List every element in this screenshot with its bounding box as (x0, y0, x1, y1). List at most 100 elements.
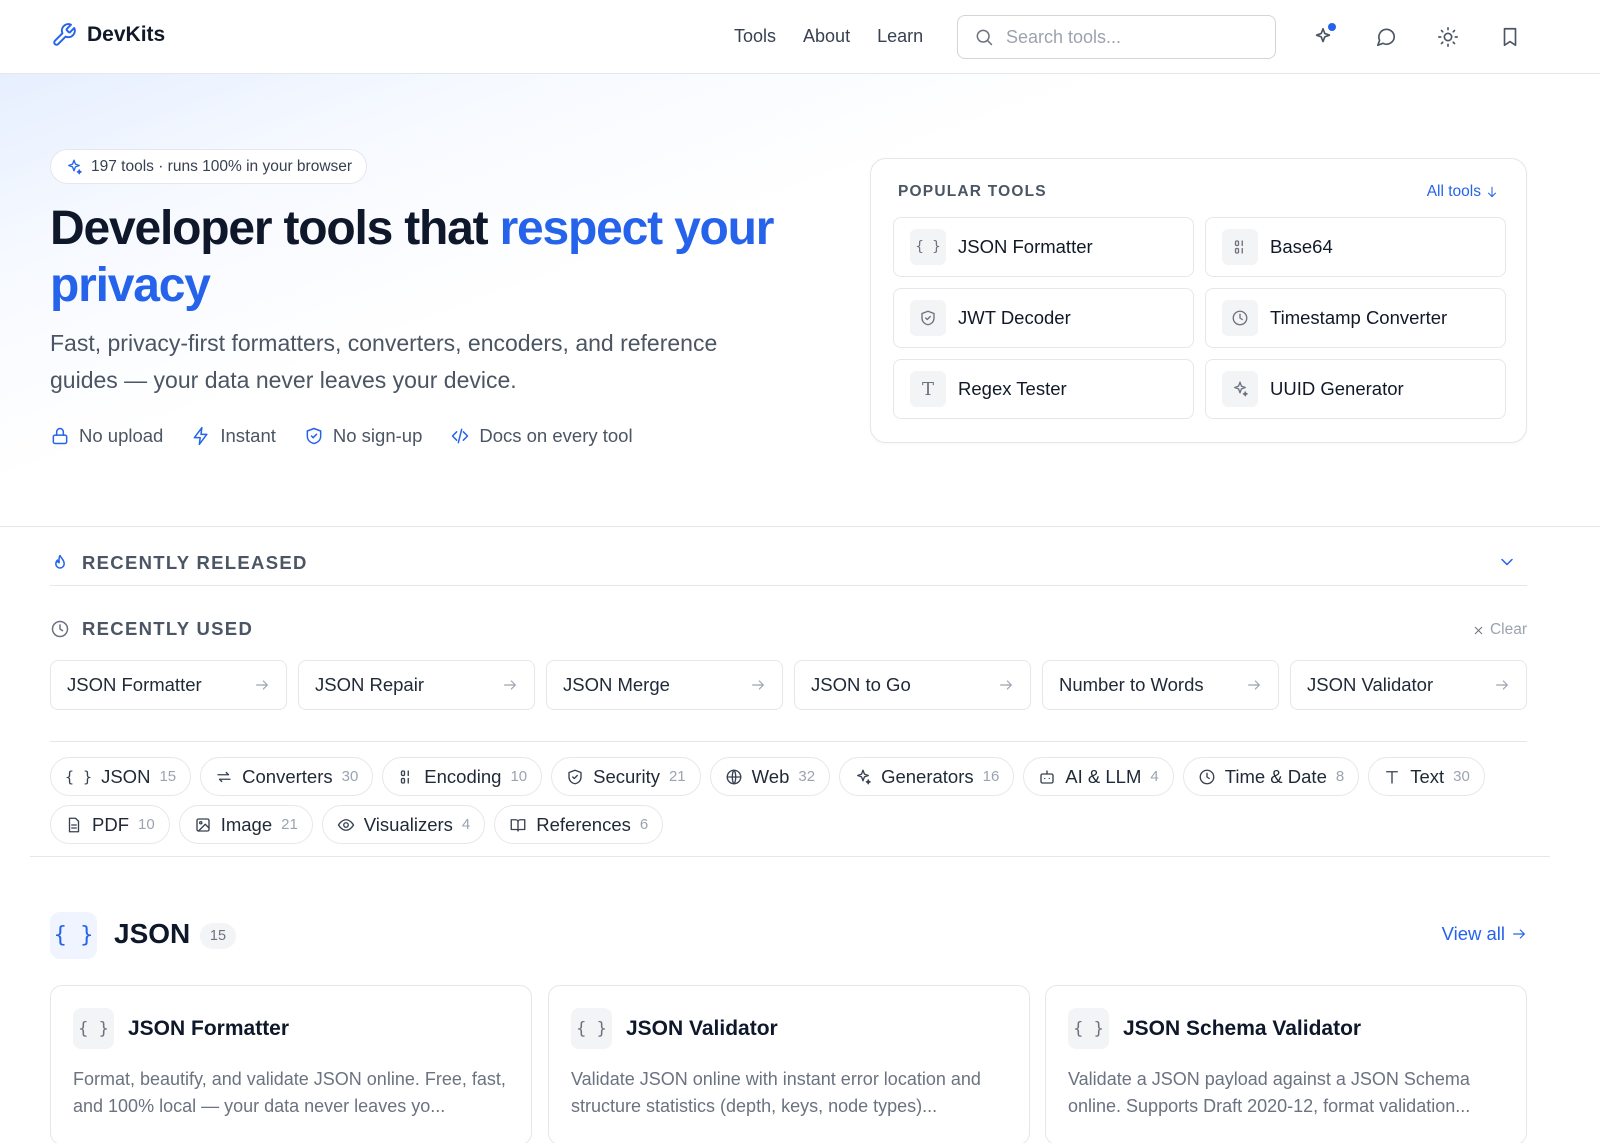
popular-tool-uuid-generator[interactable]: UUID Generator (1205, 359, 1506, 419)
recent-tool-label: JSON Formatter (67, 674, 202, 695)
category-chip-image[interactable]: Image 21 (178, 805, 313, 844)
chip-count: 10 (138, 816, 155, 833)
category-chip-json[interactable]: { } JSON 15 (50, 757, 192, 796)
category-chip-time-date[interactable]: Time & Date 8 (1182, 757, 1360, 796)
nav-about-link[interactable]: About (803, 26, 850, 47)
recent-tool-item[interactable]: JSON Repair (298, 660, 535, 710)
category-chip-text[interactable]: Text 30 (1368, 757, 1485, 796)
recent-tool-item[interactable]: Number to Words (1042, 660, 1279, 710)
arrow-right-icon (504, 680, 516, 690)
binary-icon (1222, 229, 1258, 265)
all-tools-link[interactable]: All tools (1427, 183, 1499, 201)
notification-dot (1328, 23, 1336, 31)
tool-card-json-validator[interactable]: { } JSON Validator Validate JSON online … (548, 985, 1030, 1143)
popular-tool-base64[interactable]: Base64 (1205, 217, 1506, 277)
brand-name: DevKits (87, 23, 166, 46)
hero-title-plain: Developer tools that (50, 202, 500, 255)
image-icon (196, 817, 210, 832)
category-chip-pdf[interactable]: PDF 10 (50, 805, 170, 844)
chip-count: 15 (159, 768, 177, 785)
brand-logo[interactable]: DevKits (51, 22, 165, 48)
recent-tool-label: JSON to Go (811, 674, 911, 695)
feature-label: No sign-up (332, 425, 423, 446)
braces-icon: { } (910, 229, 946, 265)
code-icon (452, 428, 469, 444)
popular-tool-label: JSON Formatter (958, 236, 1093, 257)
file-icon (68, 817, 80, 832)
chip-count: 8 (1335, 768, 1345, 785)
arrow-down-icon (1487, 186, 1497, 198)
popular-tool-jwt-decoder[interactable]: JWT Decoder (893, 288, 1194, 348)
recently-released-title: RECENTLY RELEASED (82, 551, 308, 573)
category-chip-generators[interactable]: Generators 16 (839, 757, 1015, 796)
tool-card-title: JSON Formatter (128, 1016, 290, 1040)
view-all-json-link[interactable]: View all (1442, 923, 1527, 945)
recent-tool-item[interactable]: JSON to Go (794, 660, 1031, 710)
chip-count: 30 (341, 768, 359, 785)
category-chip-web[interactable]: Web 32 (709, 757, 831, 796)
popular-tool-timestamp-converter[interactable]: Timestamp Converter (1205, 288, 1506, 348)
category-chip-security[interactable]: Security 21 (551, 757, 701, 796)
theme-toggle-button[interactable] (1433, 22, 1463, 52)
popular-tool-label: UUID Generator (1270, 378, 1404, 399)
chip-label: Visualizers (363, 813, 453, 835)
section-count-badge: 15 (200, 923, 236, 949)
lightning-icon (193, 426, 208, 446)
recent-tool-item[interactable]: JSON Merge (546, 660, 783, 710)
category-chip-converters[interactable]: Converters 30 (200, 757, 374, 796)
sparkle-icon (857, 769, 871, 784)
nav-tools-link[interactable]: Tools (734, 26, 776, 47)
chip-label: Generators (881, 765, 974, 787)
recently-used-title: RECENTLY USED (82, 618, 254, 639)
hero-subtitle: Fast, privacy-first formatters, converte… (50, 330, 718, 393)
popular-tool-label: JWT Decoder (958, 307, 1071, 328)
chip-label: Web (751, 765, 790, 787)
tool-card-json-formatter[interactable]: { } JSON Formatter Format, beautify, and… (50, 985, 532, 1143)
chip-count: 6 (639, 816, 649, 833)
chip-label: Security (593, 765, 660, 787)
chip-label: Text (1410, 765, 1445, 787)
tool-card-title: JSON Schema Validator (1123, 1016, 1362, 1040)
shield-icon (910, 300, 946, 336)
recently-released-toggle[interactable]: RECENTLY RELEASED (50, 540, 1527, 586)
nav-learn-link[interactable]: Learn (877, 26, 923, 47)
popular-tool-json-formatter[interactable]: { } JSON Formatter (893, 217, 1194, 277)
braces-icon: { } (73, 1008, 114, 1049)
popular-tool-regex-tester[interactable]: T Regex Tester (893, 359, 1194, 419)
clear-recent-button[interactable]: Clear (1472, 621, 1527, 639)
category-chips: { } JSON 15 Converters 30 Encoding 10 Se… (50, 757, 1527, 844)
ai-sparkle-button[interactable] (1308, 22, 1338, 52)
category-chip-encoding[interactable]: Encoding 10 (382, 757, 543, 796)
chip-count: 30 (1453, 768, 1470, 785)
category-chip-ai-llm[interactable]: AI & LLM 4 (1023, 757, 1174, 796)
chip-count: 16 (982, 768, 1000, 785)
tool-card-description: Format, beautify, and validate JSON onli… (73, 1069, 506, 1116)
feature-label: No upload (79, 425, 164, 446)
recent-tool-label: JSON Validator (1307, 674, 1434, 695)
view-all-label: View all (1441, 923, 1505, 944)
feedback-button[interactable] (1371, 22, 1401, 52)
category-chip-references[interactable]: References 6 (494, 805, 664, 844)
type-icon (1386, 770, 1399, 784)
recent-tool-item[interactable]: JSON Formatter (50, 660, 287, 710)
shield-icon (568, 769, 582, 784)
chip-count: 4 (461, 816, 471, 833)
category-chip-visualizers[interactable]: Visualizers 4 (321, 805, 486, 844)
search-input[interactable] (1006, 26, 1256, 48)
popular-tool-label: Regex Tester (958, 378, 1067, 399)
chip-label: AI & LLM (1065, 765, 1142, 787)
feature-label: Docs on every tool (479, 425, 633, 446)
chip-label: Converters (242, 765, 333, 787)
type-icon: T (910, 371, 946, 407)
hero-title: Developer tools that respect your privac… (50, 200, 810, 314)
search-box (957, 15, 1276, 59)
recent-tool-label: JSON Repair (315, 674, 424, 695)
recent-tool-item[interactable]: JSON Validator (1290, 660, 1527, 710)
chip-label: PDF (92, 813, 129, 835)
tool-card-json-schema-validator[interactable]: { } JSON Schema Validator Validate a JSO… (1045, 985, 1527, 1143)
braces-icon: { } (571, 1008, 612, 1049)
flame-icon (55, 554, 65, 569)
section-divider (0, 526, 1600, 527)
globe-icon (726, 769, 742, 784)
bookmarks-button[interactable] (1495, 22, 1525, 52)
